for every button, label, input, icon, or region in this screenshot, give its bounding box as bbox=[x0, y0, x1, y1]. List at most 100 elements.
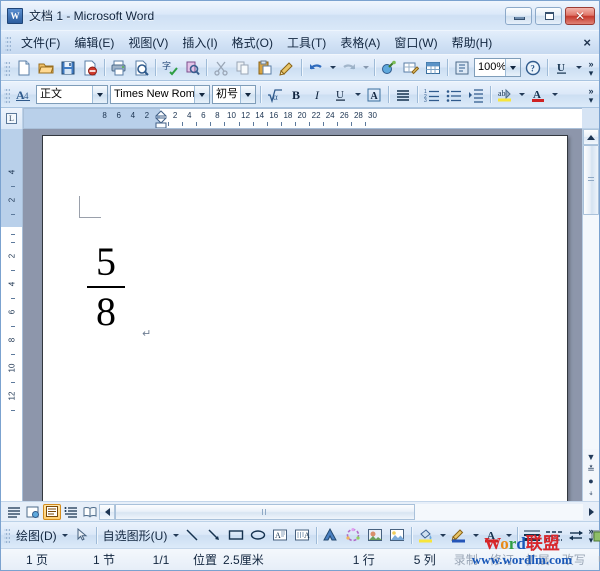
menu-window[interactable]: 窗口(W) bbox=[387, 31, 444, 54]
italic-icon[interactable]: I bbox=[308, 84, 330, 106]
zoom-combo[interactable]: 100% bbox=[474, 58, 521, 77]
status-record[interactable]: 录制 bbox=[448, 551, 484, 568]
redo-dropdown-arrow[interactable] bbox=[360, 57, 371, 79]
insert-table-icon[interactable] bbox=[422, 57, 444, 79]
menu-view[interactable]: 视图(V) bbox=[121, 31, 175, 54]
arrow-icon[interactable] bbox=[203, 524, 225, 546]
line-color-dropdown-arrow[interactable] bbox=[470, 524, 481, 546]
open-folder-icon[interactable] bbox=[35, 57, 57, 79]
copy-icon[interactable] bbox=[232, 57, 254, 79]
autoshapes-menu-button[interactable]: 自选图形(U) bbox=[100, 527, 171, 544]
research-icon[interactable] bbox=[181, 57, 203, 79]
status-language[interactable]: 中文 bbox=[592, 551, 600, 568]
style-icon[interactable]: A4 bbox=[13, 84, 35, 106]
document-page[interactable]: 5 8 ↵ bbox=[42, 135, 568, 501]
formatting-toolbar-handle[interactable] bbox=[4, 87, 10, 103]
help-icon[interactable]: ? bbox=[522, 57, 544, 79]
close-document-button[interactable]: × bbox=[583, 35, 591, 50]
status-extend-selection[interactable]: 扩展 bbox=[520, 551, 556, 568]
horizontal-scroll-thumb[interactable] bbox=[115, 504, 415, 520]
style-dropdown-arrow[interactable] bbox=[92, 86, 107, 103]
text-box-icon[interactable]: A bbox=[269, 524, 291, 546]
line-icon[interactable] bbox=[181, 524, 203, 546]
highlight-icon[interactable]: ab bbox=[494, 84, 516, 106]
font-size-combo[interactable]: 初号 bbox=[212, 85, 256, 104]
highlight-dropdown-arrow[interactable] bbox=[516, 84, 527, 106]
previous-page-icon[interactable]: ▼ bbox=[587, 453, 596, 462]
equation-icon[interactable]: α bbox=[264, 84, 286, 106]
paste-icon[interactable] bbox=[254, 57, 276, 79]
vertical-scroll-track[interactable] bbox=[583, 145, 599, 449]
document-canvas[interactable]: 5 8 ↵ bbox=[23, 129, 582, 501]
vertical-text-box-icon[interactable]: A bbox=[291, 524, 313, 546]
undo-dropdown-arrow[interactable] bbox=[327, 57, 338, 79]
vertical-scroll-thumb[interactable] bbox=[583, 145, 599, 215]
view-outline[interactable] bbox=[62, 504, 80, 520]
font-dropdown-arrow[interactable] bbox=[194, 86, 209, 103]
minimize-button[interactable] bbox=[505, 7, 532, 25]
scroll-up-button[interactable] bbox=[583, 129, 599, 145]
view-reading-layout[interactable] bbox=[81, 504, 99, 520]
drawing-toolbar-overflow-button[interactable]: » ▾ bbox=[585, 524, 597, 546]
style-combo[interactable]: 正文 bbox=[36, 85, 108, 104]
underline-icon[interactable]: U bbox=[551, 57, 573, 79]
menu-drag-handle[interactable] bbox=[5, 35, 11, 51]
insert-hyperlink-icon[interactable] bbox=[378, 57, 400, 79]
menu-insert[interactable]: 插入(I) bbox=[175, 31, 224, 54]
browse-object-ball-icon[interactable]: ● bbox=[588, 477, 593, 486]
tab-selector-button[interactable]: L bbox=[1, 108, 23, 129]
tables-borders-icon[interactable] bbox=[400, 57, 422, 79]
close-button[interactable]: ✕ bbox=[565, 7, 595, 25]
maximize-button[interactable] bbox=[535, 7, 562, 25]
font-color-dropdown-arrow[interactable] bbox=[549, 84, 560, 106]
menu-help[interactable]: 帮助(H) bbox=[445, 31, 500, 54]
menu-edit[interactable]: 编辑(E) bbox=[67, 31, 121, 54]
menu-format[interactable]: 格式(O) bbox=[225, 31, 280, 54]
scroll-right-button[interactable] bbox=[583, 504, 599, 520]
zoom-dropdown-arrow[interactable] bbox=[505, 59, 520, 76]
character-border-icon[interactable]: A bbox=[363, 84, 385, 106]
redo-icon[interactable] bbox=[338, 57, 360, 79]
new-document-icon[interactable] bbox=[13, 57, 35, 79]
horizontal-scroll-track[interactable] bbox=[115, 504, 583, 520]
undo-icon[interactable] bbox=[305, 57, 327, 79]
dash-style-icon[interactable] bbox=[543, 524, 565, 546]
draw-menu-button[interactable]: 绘图(D) bbox=[13, 527, 60, 544]
permission-icon[interactable] bbox=[79, 57, 101, 79]
horizontal-ruler[interactable]: 864224681012141618202224262830 bbox=[23, 108, 582, 129]
formatting-toolbar-overflow-button[interactable]: » ▾ bbox=[585, 84, 597, 106]
view-print-layout[interactable] bbox=[43, 504, 61, 520]
font-color-icon[interactable]: A bbox=[481, 524, 503, 546]
bulleted-list-icon[interactable] bbox=[443, 84, 465, 106]
line-style-icon[interactable] bbox=[521, 524, 543, 546]
view-web-layout[interactable] bbox=[24, 504, 42, 520]
show-formatting-icon[interactable] bbox=[451, 57, 473, 79]
format-painter-icon[interactable] bbox=[276, 57, 298, 79]
font-combo[interactable]: Times New Roma bbox=[110, 85, 210, 104]
drawing-toolbar-handle[interactable] bbox=[4, 527, 10, 543]
next-page-icon[interactable]: ⍖ bbox=[588, 489, 593, 498]
bold-icon[interactable]: B bbox=[286, 84, 308, 106]
draw-menu-arrow[interactable] bbox=[60, 524, 71, 546]
underline-dropdown-arrow[interactable] bbox=[573, 57, 584, 79]
fill-color-icon[interactable] bbox=[415, 524, 437, 546]
autoshapes-menu-arrow[interactable] bbox=[170, 524, 181, 546]
rectangle-icon[interactable] bbox=[225, 524, 247, 546]
select-objects-icon[interactable] bbox=[71, 524, 93, 546]
print-preview-icon[interactable] bbox=[130, 57, 152, 79]
diagram-icon[interactable] bbox=[342, 524, 364, 546]
print-icon[interactable] bbox=[108, 57, 130, 79]
fill-color-dropdown-arrow[interactable] bbox=[437, 524, 448, 546]
horizontal-scrollbar[interactable] bbox=[99, 504, 599, 520]
save-icon[interactable] bbox=[57, 57, 79, 79]
font-size-dropdown-arrow[interactable] bbox=[240, 86, 255, 103]
menu-tools[interactable]: 工具(T) bbox=[280, 31, 333, 54]
scroll-left-button[interactable] bbox=[99, 504, 115, 520]
increase-indent-icon[interactable] bbox=[465, 84, 487, 106]
menu-table[interactable]: 表格(A) bbox=[333, 31, 387, 54]
align-justify-icon[interactable] bbox=[392, 84, 414, 106]
clip-art-icon[interactable] bbox=[364, 524, 386, 546]
spelling-check-icon[interactable]: 字 bbox=[159, 57, 181, 79]
standard-toolbar-handle[interactable] bbox=[4, 60, 10, 76]
cut-icon[interactable] bbox=[210, 57, 232, 79]
